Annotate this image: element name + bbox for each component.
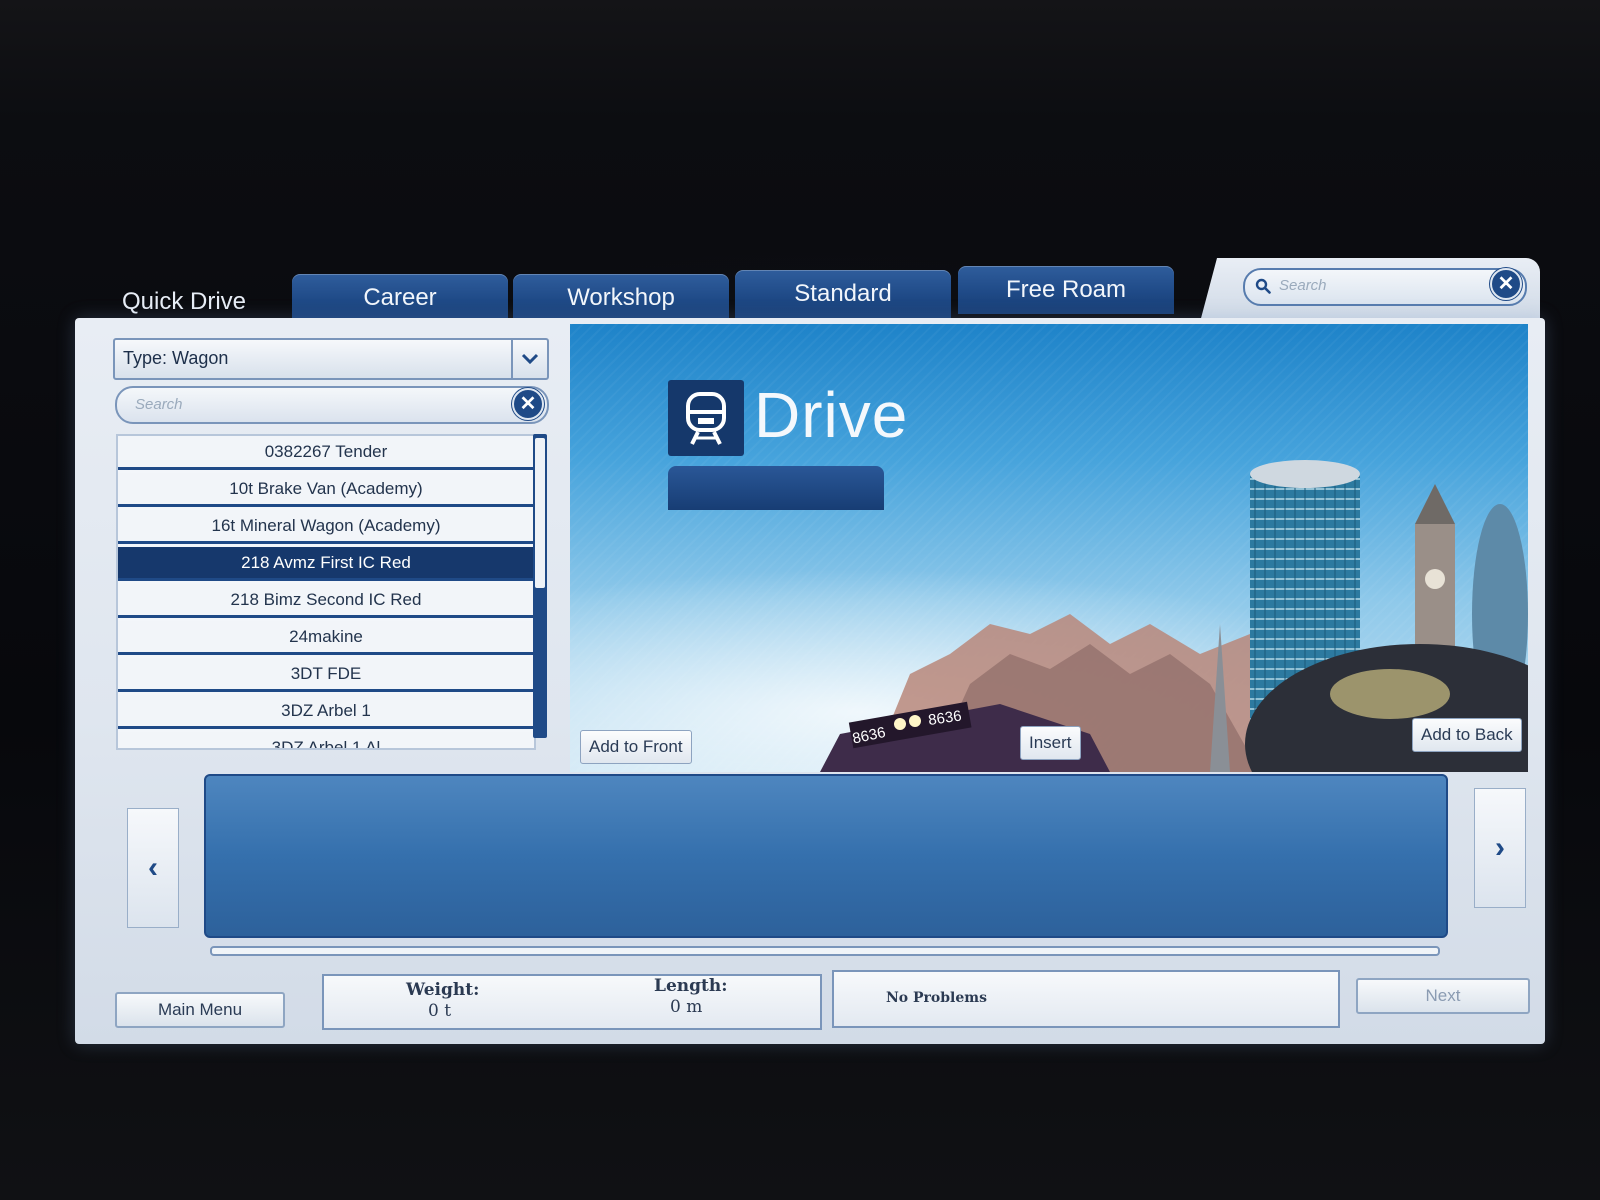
- list-item[interactable]: 24makine: [118, 621, 534, 655]
- search-icon: [1255, 278, 1271, 294]
- train-icon: [668, 380, 744, 456]
- drive-title: Drive: [754, 379, 909, 451]
- type-filter-dropdown[interactable]: Type: Wagon: [113, 338, 549, 380]
- chevron-right-icon: ›: [1495, 831, 1505, 864]
- tab-workshop[interactable]: Workshop: [513, 274, 729, 322]
- list-item[interactable]: 3DT FDE: [118, 658, 534, 692]
- list-item[interactable]: 16t Mineral Wagon (Academy): [118, 510, 534, 544]
- length-label: Length:: [654, 976, 728, 996]
- status-text: No Problems: [886, 990, 987, 1006]
- insert-button[interactable]: Insert: [1020, 726, 1081, 760]
- consist-next-button[interactable]: ›: [1474, 788, 1526, 908]
- top-search-placeholder: Search: [1279, 277, 1327, 294]
- tab-workshop-label: Workshop: [567, 284, 675, 311]
- top-search-input[interactable]: Search: [1243, 268, 1527, 306]
- add-to-front-button[interactable]: Add to Front: [580, 730, 692, 764]
- tab-quick-drive[interactable]: Quick Drive: [122, 288, 246, 316]
- consist-stats-box: Weight: 0 t Length: 0 m: [322, 974, 822, 1030]
- type-filter-value: Type: Wagon: [123, 348, 229, 368]
- list-item[interactable]: 3DZ Arbel 1: [118, 695, 534, 729]
- tab-standard-label: Standard: [794, 280, 892, 307]
- scrollbar-thumb[interactable]: [535, 438, 545, 588]
- list-search-input[interactable]: Search: [115, 386, 549, 424]
- list-item[interactable]: 0382267 Tender: [118, 436, 534, 470]
- list-search-clear-icon[interactable]: ✕: [512, 388, 544, 420]
- tab-career[interactable]: Career: [292, 274, 508, 322]
- list-item[interactable]: 3DZ Arbel 1 Al: [118, 732, 534, 748]
- main-menu-button[interactable]: Main Menu: [115, 992, 285, 1028]
- list-item[interactable]: 10t Brake Van (Academy): [118, 473, 534, 507]
- consist-display[interactable]: [204, 774, 1448, 938]
- status-box: No Problems: [832, 970, 1340, 1028]
- tab-free-roam[interactable]: Free Roam: [958, 266, 1174, 314]
- add-to-back-button[interactable]: Add to Back: [1412, 718, 1522, 752]
- tab-career-label: Career: [363, 284, 437, 311]
- tab-standard[interactable]: Standard: [735, 270, 951, 318]
- wagon-list[interactable]: 0382267 Tender 10t Brake Van (Academy) 1…: [116, 434, 536, 750]
- next-button[interactable]: Next: [1356, 978, 1530, 1014]
- consist-prev-button[interactable]: ‹: [127, 808, 179, 928]
- list-item[interactable]: 218 Bimz Second IC Red: [118, 584, 534, 618]
- weight-value: 0 t: [428, 1001, 452, 1021]
- length-value: 0 m: [670, 997, 703, 1017]
- chevron-down-icon[interactable]: [511, 340, 547, 378]
- consist-scroll-track[interactable]: [210, 946, 1440, 956]
- weight-label: Weight:: [406, 980, 480, 1000]
- list-search-placeholder: Search: [135, 396, 183, 413]
- top-search-clear-icon[interactable]: ✕: [1490, 268, 1522, 300]
- chevron-left-icon: ‹: [148, 851, 158, 884]
- list-item-selected[interactable]: 218 Avmz First IC Red: [118, 547, 534, 581]
- tab-free-roam-label: Free Roam: [1005, 276, 1127, 303]
- drive-title-bar: [668, 466, 884, 510]
- list-scrollbar[interactable]: [533, 434, 547, 738]
